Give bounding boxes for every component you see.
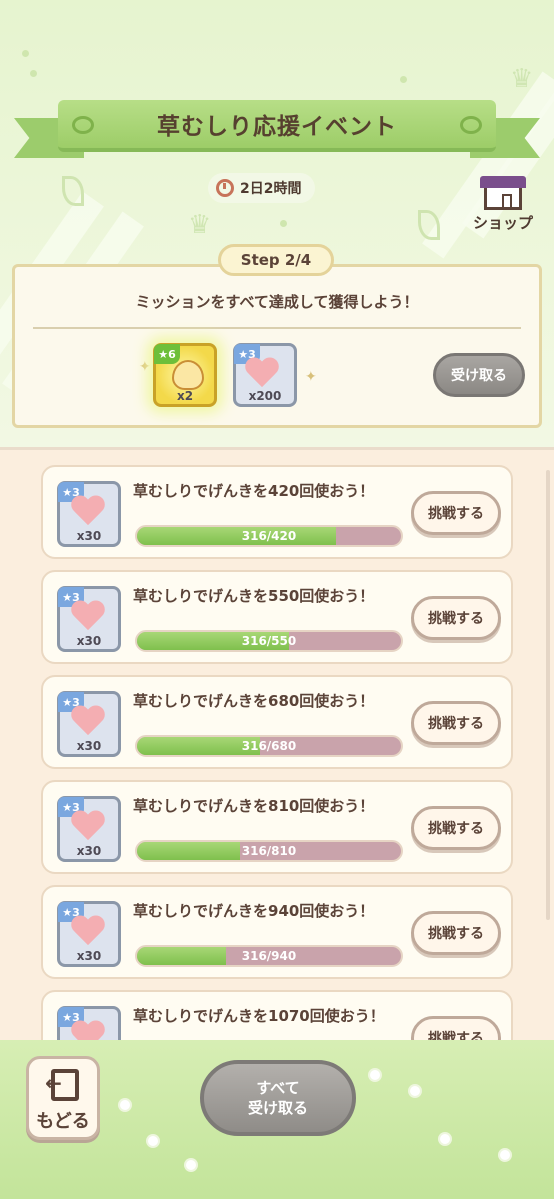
flower-decor: [410, 1086, 420, 1096]
heart-icon: [70, 916, 106, 948]
progress-label: 316/940: [241, 949, 297, 963]
mission-card: ★ 3 x30 草むしりでげんきを940回使おう！ 316/940 挑戦する: [41, 885, 513, 979]
claim-all-line1: すべて: [256, 1079, 300, 1097]
progress-label: 316/420: [241, 529, 297, 543]
scrollbar[interactable]: [546, 470, 550, 920]
claim-all-line2: 受け取る: [247, 1099, 308, 1117]
flower-decor: [500, 1150, 510, 1160]
heart-icon: [70, 811, 106, 843]
exit-icon: [51, 1069, 79, 1101]
mission-text: 草むしりでげんきを550回使おう！: [133, 587, 375, 605]
challenge-button[interactable]: 挑戦する: [411, 806, 501, 850]
flower-decor: [440, 1134, 450, 1144]
mission-card: ★ 3 x30 草むしりでげんきを420回使おう！ 316/420 挑戦する: [41, 465, 513, 559]
mission-card: ★3x30草むしりでげんきを1070回使おう！316/1070挑戦する: [41, 990, 513, 1040]
step-badge: Step 2/4: [218, 244, 334, 276]
mission-text: 草むしりでげんきを1070回使おう！: [133, 1007, 385, 1025]
heart-icon: [70, 1021, 106, 1040]
mission-card: ★ 3 x30 草むしりでげんきを680回使おう！ 316/680 挑戦する: [41, 675, 513, 769]
mission-reward-tile[interactable]: ★3x30: [57, 691, 121, 757]
challenge-button[interactable]: 挑戦する: [411, 596, 501, 640]
flower-decor: [370, 1070, 380, 1080]
claim-all-button[interactable]: すべて 受け取る: [200, 1060, 356, 1136]
mission-text: 草むしりでげんきを680回使おう！: [133, 692, 375, 710]
flower-decor: [148, 1136, 158, 1146]
mission-card: ★ 3 x30 草むしりでげんきを550回使おう！ 316/550 挑戦する: [41, 570, 513, 664]
heart-icon: [70, 496, 106, 528]
mission-progress-bar: 316/810: [135, 840, 403, 862]
progress-label: 316/680: [241, 739, 297, 753]
heart-icon: [70, 706, 106, 738]
mission-reward-tile[interactable]: ★3x30: [57, 586, 121, 652]
flower-decor: [120, 1100, 130, 1110]
mission-text: 草むしりでげんきを940回使おう！: [133, 902, 375, 920]
mission-reward-tile[interactable]: ★3x30: [57, 796, 121, 862]
mission-card: ★ 3 x30 草むしりでげんきを810回使おう！ 316/810 挑戦する: [41, 780, 513, 874]
progress-label: 316/810: [241, 844, 297, 858]
mission-progress-bar: 316/940: [135, 945, 403, 967]
reward-count: x30: [76, 634, 102, 648]
back-label: もどる: [36, 1111, 90, 1132]
mission-reward-tile[interactable]: ★3x30: [57, 481, 121, 547]
flower-decor: [186, 1160, 196, 1170]
reward-count: x30: [76, 529, 102, 543]
mission-reward-tile[interactable]: ★3x30: [57, 1006, 121, 1040]
mission-reward-tile[interactable]: ★3x30: [57, 901, 121, 967]
challenge-button[interactable]: 挑戦する: [411, 491, 501, 535]
mission-progress-bar: 316/680: [135, 735, 403, 757]
mission-progress-bar: 316/420: [135, 525, 403, 547]
heart-icon: [70, 601, 106, 633]
reward-count: x30: [76, 739, 102, 753]
mission-progress-bar: 316/550: [135, 630, 403, 652]
challenge-button[interactable]: 挑戦する: [411, 701, 501, 745]
challenge-button[interactable]: 挑戦する: [411, 1016, 501, 1040]
back-button[interactable]: もどる: [26, 1056, 100, 1140]
challenge-button[interactable]: 挑戦する: [411, 911, 501, 955]
mission-text: 草むしりでげんきを810回使おう！: [133, 797, 375, 815]
mission-text: 草むしりでげんきを420回使おう！: [133, 482, 375, 500]
reward-count: x30: [76, 844, 102, 858]
missions-container: ★ 3 x30 草むしりでげんきを420回使おう！ 316/420 挑戦する ★ 3 x30 草む…: [0, 0, 554, 1040]
reward-count: x30: [76, 949, 102, 963]
progress-label: 316/550: [241, 634, 297, 648]
